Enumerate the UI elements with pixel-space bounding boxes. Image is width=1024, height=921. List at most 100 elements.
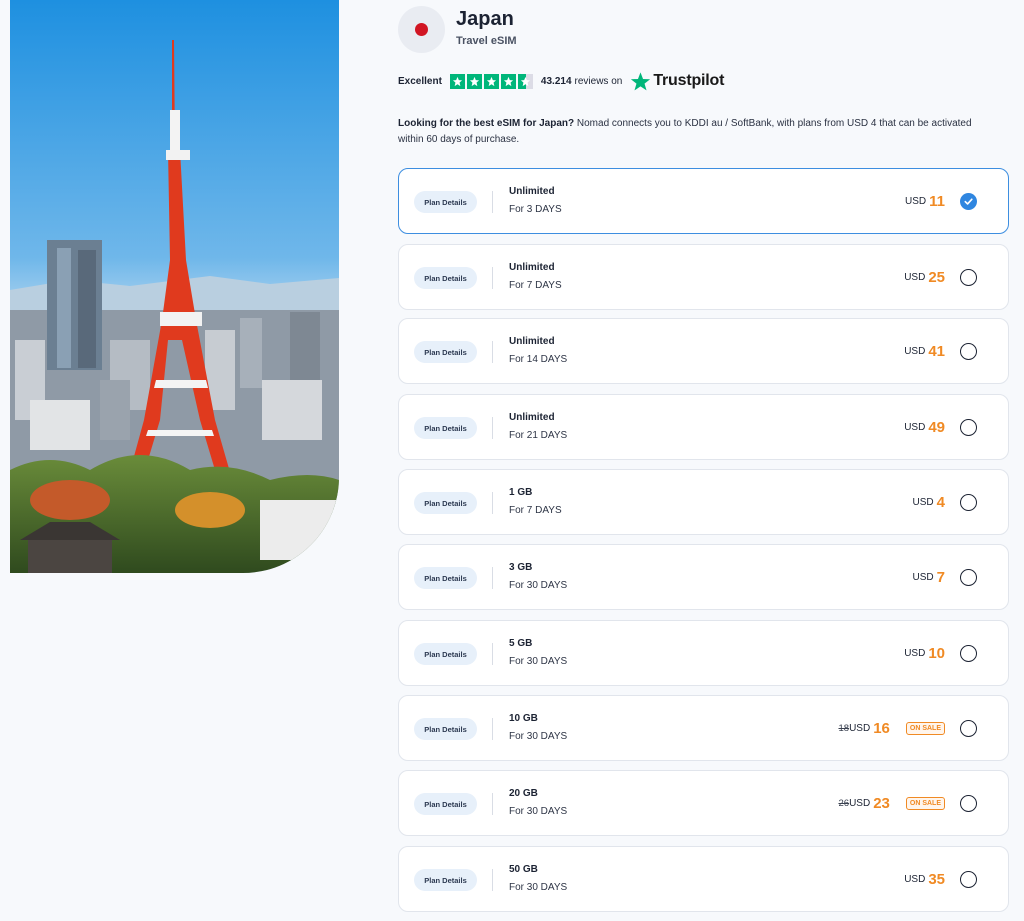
plan-duration: For 30 DAYS — [509, 882, 568, 893]
plan-radio-button[interactable] — [960, 494, 977, 511]
plan-radio-button[interactable] — [960, 419, 977, 436]
plan-radio-button[interactable] — [960, 343, 977, 360]
plan-duration: For 21 DAYS — [509, 430, 568, 441]
price-currency: USD — [849, 722, 871, 734]
plan-option[interactable]: Plan Details 5 GB For 30 DAYS USD 10 — [398, 620, 1009, 686]
divider — [492, 793, 493, 815]
plan-radio-button[interactable] — [960, 795, 977, 812]
plan-price: USD 49 — [904, 395, 945, 459]
price-amount: 16 — [873, 719, 890, 737]
plan-details-button[interactable]: Plan Details — [414, 793, 477, 815]
plan-radio-button[interactable] — [960, 269, 977, 286]
price-amount: 49 — [928, 418, 945, 436]
rating-label: Excellent — [398, 75, 442, 87]
plan-price: USD 35 — [904, 847, 945, 911]
original-price: 18 — [838, 722, 850, 734]
star-icon — [483, 73, 499, 89]
price-amount: 10 — [928, 644, 945, 662]
plan-data-amount: 1 GB — [509, 487, 533, 498]
plan-data-amount: Unlimited — [509, 412, 555, 423]
price-amount: 7 — [936, 568, 945, 586]
plan-duration: For 7 DAYS — [509, 505, 562, 516]
plan-option[interactable]: Plan Details Unlimited For 7 DAYS USD 25 — [398, 244, 1009, 310]
plan-radio-button[interactable] — [960, 871, 977, 888]
price-currency: USD — [904, 421, 926, 433]
plan-details-button[interactable]: Plan Details — [414, 869, 477, 891]
intro-text: Looking for the best eSIM for Japan? Nom… — [398, 116, 998, 148]
divider — [492, 869, 493, 891]
plan-price: USD 10 — [904, 621, 945, 685]
japan-flag-icon — [398, 6, 445, 53]
price-currency: USD — [904, 345, 926, 357]
plan-data-amount: 3 GB — [509, 562, 533, 573]
selected-check-icon[interactable] — [960, 193, 977, 210]
plan-data-amount: 50 GB — [509, 864, 538, 875]
trustpilot-rating[interactable]: Excellent 43.214 reviews on Trustpilot — [398, 71, 724, 91]
intro-bold: Looking for the best eSIM for Japan? — [398, 118, 575, 129]
on-sale-badge: ON SALE — [905, 796, 945, 810]
on-sale-badge: ON SALE — [905, 721, 945, 735]
plan-details-button[interactable]: Plan Details — [414, 341, 477, 363]
plan-data-amount: Unlimited — [509, 262, 555, 273]
price-currency: USD — [904, 271, 926, 283]
plan-radio-button[interactable] — [960, 645, 977, 662]
plan-details-button[interactable]: Plan Details — [414, 267, 477, 289]
original-price: 26 — [838, 797, 850, 809]
star-icon — [500, 73, 516, 89]
plan-data-amount: 20 GB — [509, 788, 538, 799]
plan-duration: For 30 DAYS — [509, 806, 568, 817]
plan-duration: For 14 DAYS — [509, 354, 568, 365]
plan-duration: For 30 DAYS — [509, 656, 568, 667]
price-currency: USD — [849, 797, 871, 809]
reviews-suffix: reviews on — [574, 75, 623, 87]
plan-details-button[interactable]: Plan Details — [414, 191, 477, 213]
plan-price: USD 4 — [913, 470, 945, 534]
star-icon — [449, 73, 465, 89]
plan-price: USD 11 — [905, 169, 945, 233]
divider — [492, 643, 493, 665]
plan-option[interactable]: Plan Details 10 GB For 30 DAYS 18 USD 16 ON… — [398, 695, 1009, 761]
plan-option[interactable]: Plan Details Unlimited For 3 DAYS USD 11 — [398, 168, 1009, 234]
trustpilot-star-icon — [631, 71, 651, 90]
plan-option[interactable]: Plan Details 1 GB For 7 DAYS USD 4 — [398, 469, 1009, 535]
plan-option[interactable]: Plan Details Unlimited For 21 DAYS USD 49 — [398, 394, 1009, 460]
divider — [492, 417, 493, 439]
divider — [492, 267, 493, 289]
price-amount: 41 — [928, 342, 945, 360]
plan-details-button[interactable]: Plan Details — [414, 718, 477, 740]
plan-details-button[interactable]: Plan Details — [414, 567, 477, 589]
plan-price: USD 25 — [904, 245, 945, 309]
divider — [492, 718, 493, 740]
price-currency: USD — [904, 873, 926, 885]
plan-duration: For 3 DAYS — [509, 204, 562, 215]
divider — [492, 567, 493, 589]
hero-image-tokyo-tower — [10, 0, 339, 573]
plan-details-button[interactable]: Plan Details — [414, 643, 477, 665]
plan-details-button[interactable]: Plan Details — [414, 492, 477, 514]
plan-option[interactable]: Plan Details 3 GB For 30 DAYS USD 7 — [398, 544, 1009, 610]
plan-option[interactable]: Plan Details 50 GB For 30 DAYS USD 35 — [398, 846, 1009, 912]
plan-duration: For 30 DAYS — [509, 731, 568, 742]
plan-price: USD 41 — [904, 319, 945, 383]
price-amount: 23 — [873, 794, 890, 812]
price-amount: 35 — [928, 870, 945, 888]
plan-price: 26 USD 23 ON SALE — [838, 771, 945, 835]
divider — [492, 492, 493, 514]
plan-data-amount: 5 GB — [509, 638, 533, 649]
plan-radio-button[interactable] — [960, 569, 977, 586]
plan-price: 18 USD 16 ON SALE — [838, 696, 945, 760]
trustpilot-wordmark: Trustpilot — [653, 72, 725, 89]
price-currency: USD — [904, 647, 926, 659]
half-star-icon — [517, 73, 533, 89]
trustpilot-logo[interactable]: Trustpilot — [630, 71, 724, 92]
plan-data-amount: Unlimited — [509, 336, 555, 347]
plan-duration: For 30 DAYS — [509, 580, 568, 591]
page-subtitle: Travel eSIM — [456, 35, 517, 47]
plan-option[interactable]: Plan Details 20 GB For 30 DAYS 26 USD 23 ON… — [398, 770, 1009, 836]
price-currency: USD — [905, 195, 927, 207]
plan-price: USD 7 — [913, 545, 945, 609]
plan-option[interactable]: Plan Details Unlimited For 14 DAYS USD 41 — [398, 318, 1009, 384]
divider — [492, 191, 493, 213]
plan-radio-button[interactable] — [960, 720, 977, 737]
plan-details-button[interactable]: Plan Details — [414, 417, 477, 439]
